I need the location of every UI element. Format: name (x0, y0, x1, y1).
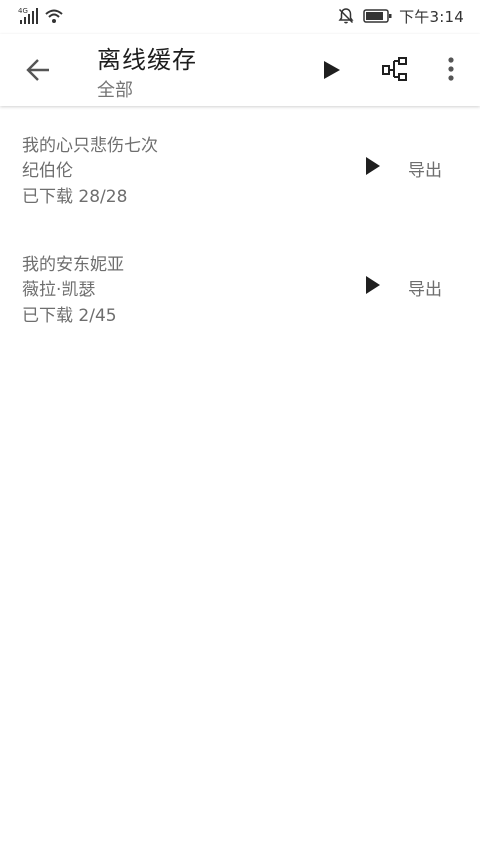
notifications-off-icon (338, 8, 354, 24)
item-title: 我的心只悲伤七次 (22, 136, 158, 156)
back-button[interactable] (18, 52, 58, 88)
more-vert-icon (448, 57, 454, 81)
back-arrow-icon (26, 59, 49, 81)
item-author: 纪伯伦 (22, 161, 73, 181)
status-right: 下午3:14 (337, 6, 464, 26)
more-options-button[interactable] (438, 54, 464, 84)
item-progress: 已下载 2/45 (22, 306, 117, 326)
list-item[interactable]: 我的心只悲伤七次 纪伯伦 已下载 28/28 导出 (0, 106, 480, 225)
list-item[interactable]: 我的安东妮亚 薇拉·凯瑟 已下载 2/45 导出 (0, 225, 480, 344)
play-icon (366, 157, 380, 175)
play-all-button[interactable] (318, 56, 346, 84)
item-play-button[interactable] (362, 273, 384, 297)
signal-indicators: 4G (18, 6, 70, 26)
item-progress: 已下载 28/28 (22, 187, 128, 207)
export-button[interactable]: 导出 (408, 156, 442, 181)
play-icon (324, 61, 340, 79)
download-list: 我的心只悲伤七次 纪伯伦 已下载 28/28 导出 我的安东妮亚 薇拉·凯瑟 已… (0, 106, 480, 344)
item-author: 薇拉·凯瑟 (22, 280, 96, 300)
tree-view-button[interactable] (380, 54, 410, 84)
filter-subtitle[interactable]: 全部 (97, 76, 133, 102)
battery-icon (363, 9, 392, 23)
signal-wifi-icon: 4G (18, 7, 63, 24)
tree-icon (382, 57, 407, 81)
item-title: 我的安东妮亚 (22, 255, 124, 275)
app-bar: 离线缓存 全部 (0, 34, 480, 106)
item-play-button[interactable] (362, 154, 384, 178)
network-type-label: 4G (18, 7, 28, 15)
play-icon (366, 276, 380, 294)
export-button[interactable]: 导出 (408, 275, 442, 300)
screen: 4G 下午3:14 离线缓存 全部 我的心只悲伤七次 纪伯伦 已下载 28/28… (0, 0, 480, 853)
status-time: 下午3:14 (399, 7, 464, 26)
status-bar: 4G 下午3:14 (0, 0, 480, 34)
page-title: 离线缓存 (97, 46, 197, 74)
